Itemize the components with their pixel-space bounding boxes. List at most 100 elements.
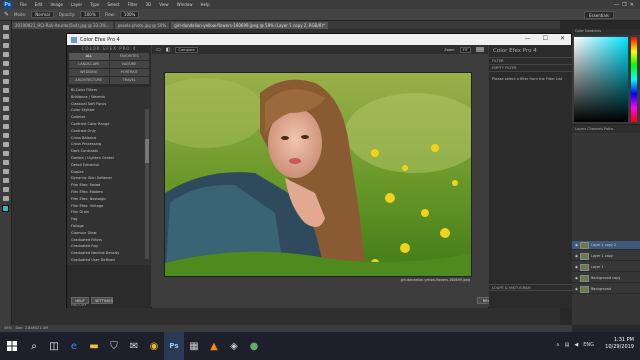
menu-view[interactable]: View — [159, 2, 169, 7]
filter-item[interactable]: Film Efex: Nostalgic — [71, 196, 151, 203]
maximize-icon[interactable]: ☐ — [543, 35, 548, 42]
split-view-icon[interactable]: ◧ — [166, 47, 171, 53]
close-icon[interactable]: ✕ — [560, 35, 565, 42]
photoshop-taskbar-icon[interactable]: Ps — [164, 332, 184, 360]
menu-image[interactable]: Image — [50, 2, 63, 7]
loupe-histogram-section[interactable]: LOUPE & HISTOGRAM — [489, 284, 572, 291]
background-color-icon[interactable] — [476, 47, 484, 52]
help-button[interactable]: HELP — [71, 297, 89, 304]
foreground-color-swatch[interactable] — [2, 205, 9, 212]
tab-portrait[interactable]: PORTRAIT — [109, 69, 149, 76]
filter-item[interactable]: Duplex — [71, 169, 151, 176]
brush-tool-icon[interactable] — [3, 88, 9, 93]
single-view-icon[interactable]: ▭ — [156, 47, 161, 53]
lasso-tool-icon[interactable] — [3, 43, 9, 48]
filter-item[interactable]: Bi-Color Filters — [71, 87, 151, 94]
tab-all[interactable]: ALL — [69, 53, 109, 60]
filter-item[interactable]: Cross Balance — [71, 135, 151, 142]
stamp-tool-icon[interactable] — [3, 97, 9, 102]
store-icon[interactable]: ⛉ — [104, 332, 124, 360]
menu-layer[interactable]: Layer — [71, 2, 82, 7]
gradient-tool-icon[interactable] — [3, 124, 9, 129]
mode-select[interactable]: Normal — [31, 11, 54, 18]
layer-row[interactable]: ◉ Background copy — [572, 274, 640, 283]
visibility-eye-icon[interactable]: ◉ — [575, 243, 578, 247]
vlc-icon[interactable]: ▲ — [204, 332, 224, 360]
menu-3d[interactable]: 3D — [146, 2, 152, 7]
filter-item[interactable]: Color Stylizer — [71, 107, 151, 114]
pen-tool-icon[interactable] — [3, 151, 9, 156]
tab-favorites[interactable]: FAVORITES — [109, 53, 149, 60]
tab-wedding[interactable]: WEDDING — [69, 69, 109, 76]
filter-item[interactable]: High Key — [71, 264, 151, 266]
type-tool-icon[interactable] — [3, 160, 9, 165]
menu-select[interactable]: Select — [107, 2, 119, 7]
settings-button[interactable]: SETTINGS — [91, 297, 113, 304]
chevron-up-icon[interactable]: ∧ — [556, 342, 560, 348]
zoom-status[interactable]: 58% — [4, 326, 12, 330]
hand-tool-icon[interactable] — [3, 187, 9, 192]
preview-image[interactable] — [164, 72, 472, 277]
visibility-eye-icon[interactable]: ◉ — [575, 276, 578, 280]
brush-tool-icon[interactable]: ✎ — [4, 11, 9, 18]
filter-item[interactable]: Cross Processing — [71, 141, 151, 148]
quick-select-tool-icon[interactable] — [3, 52, 9, 57]
tab-nature[interactable]: NATURE — [109, 61, 149, 68]
eraser-tool-icon[interactable] — [3, 115, 9, 120]
tab-landscape[interactable]: LANDSCAPE — [69, 61, 109, 68]
filter-item[interactable]: Contrast Only — [71, 128, 151, 135]
zoom-tool-icon[interactable] — [3, 196, 9, 201]
search-icon[interactable]: ⌕ — [24, 332, 44, 360]
volume-icon[interactable]: ◀ — [574, 342, 578, 348]
clock[interactable]: 1:31 PM 10/29/2019 — [605, 337, 634, 351]
filter-item[interactable]: Detail Extractor — [71, 162, 151, 169]
menu-edit[interactable]: Edit — [35, 2, 43, 7]
minimize-icon[interactable]: — — [525, 35, 531, 42]
filter-item[interactable]: Brilliance / Warmth — [71, 94, 151, 101]
eyedropper-tool-icon[interactable] — [3, 70, 9, 75]
layer-row[interactable]: ◉ Background — [572, 285, 640, 294]
crop-tool-icon[interactable] — [3, 61, 9, 66]
network-icon[interactable]: ▤ — [565, 342, 570, 348]
chrome-icon[interactable]: ◉ — [144, 332, 164, 360]
filter-item[interactable]: Contrast Color Range — [71, 121, 151, 128]
layer-row[interactable]: ◉ Layer 1 copy 2 — [572, 241, 640, 250]
menu-type[interactable]: Type — [90, 2, 99, 7]
workspace-select[interactable]: Essentials — [583, 11, 614, 19]
menu-window[interactable]: Window — [177, 2, 193, 7]
visibility-eye-icon[interactable]: ◉ — [575, 254, 578, 258]
visibility-eye-icon[interactable]: ◉ — [575, 265, 578, 269]
filter-item[interactable]: Film Efex: Modern — [71, 189, 151, 196]
edge-browser-icon[interactable]: e — [64, 332, 84, 360]
dodge-tool-icon[interactable] — [3, 142, 9, 147]
filter-item[interactable]: Glamour Glow — [71, 230, 151, 237]
filter-item[interactable]: Film Grain — [71, 209, 151, 216]
doc-tab-active[interactable]: girl-dandelion-yellow-flowers-160699.jpe… — [171, 22, 328, 29]
windows-start-icon[interactable] — [0, 332, 24, 360]
tab-travel[interactable]: TRAVEL — [109, 77, 149, 84]
shape-tool-icon[interactable] — [3, 178, 9, 183]
language-indicator[interactable]: ENG — [583, 342, 594, 348]
menu-filter[interactable]: Filter — [128, 2, 138, 7]
filter-item[interactable]: Graduated Neutral Density — [71, 250, 151, 257]
filter-item[interactable]: Dynamic Skin Softener — [71, 175, 151, 182]
layer-row[interactable]: ◉ Layer 1 — [572, 263, 640, 272]
filter-item[interactable]: Darken / Lighten Center — [71, 155, 151, 162]
filter-item[interactable]: Classical Soft Focus — [71, 101, 151, 108]
filter-section[interactable]: FILTER — [489, 58, 572, 65]
window-controls[interactable]: — ❐ ✕ — [614, 2, 634, 8]
filter-item[interactable]: Graduated Filters — [71, 237, 151, 244]
app-icon[interactable]: ● — [244, 332, 264, 360]
move-tool-icon[interactable] — [3, 25, 9, 30]
path-select-tool-icon[interactable] — [3, 169, 9, 174]
mail-icon[interactable]: ✉ — [124, 332, 144, 360]
healing-tool-icon[interactable] — [3, 79, 9, 84]
history-brush-tool-icon[interactable] — [3, 106, 9, 111]
doc-tab[interactable]: 20190821_HCI-Rak-Asunto(5x4).jpg @ 33.3%… — [12, 22, 113, 29]
blur-tool-icon[interactable] — [3, 133, 9, 138]
compare-button[interactable]: Compare — [175, 46, 198, 53]
opacity-input[interactable]: 100% — [80, 11, 100, 18]
doc-tab[interactable]: pexels-photo.jpg @ 50% — [114, 22, 170, 29]
zoom-select[interactable]: FIT — [459, 46, 471, 53]
task-view-icon[interactable]: ◫ — [44, 332, 64, 360]
